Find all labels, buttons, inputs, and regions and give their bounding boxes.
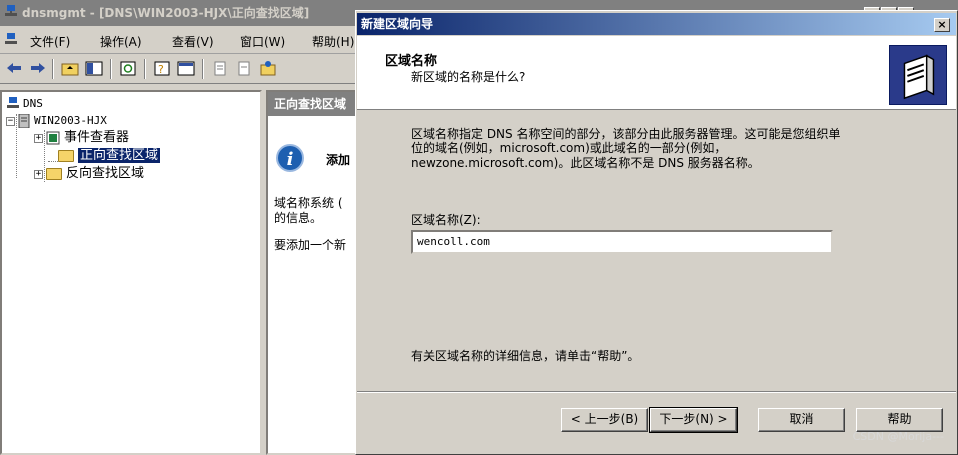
tree-item-server[interactable]: − WIN2003-HJX xyxy=(6,113,107,129)
menu-help[interactable]: 帮助(H) xyxy=(312,33,354,50)
back-button[interactable]: < 上一步(B) xyxy=(561,408,648,432)
toolbar-separator xyxy=(202,59,204,79)
dns-icon xyxy=(7,97,19,108)
tree-item-label: DNS xyxy=(23,97,43,110)
wizard-header: 区域名称 新区域的名称是什么? xyxy=(357,36,956,110)
wizard-titlebar[interactable]: 新建区域向导 × xyxy=(357,13,956,35)
cancel-button[interactable]: 取消 xyxy=(758,408,845,432)
tree-item-event-viewer[interactable]: + 事件查看器 xyxy=(34,130,129,146)
show-hide-tree-icon[interactable] xyxy=(84,59,104,78)
tree-item-dns[interactable]: DNS xyxy=(6,96,43,112)
tree-item-label: 事件查看器 xyxy=(64,130,130,145)
wizard-page-title: 区域名称 xyxy=(385,54,438,69)
expand-icon[interactable]: + xyxy=(34,133,43,143)
tree-item-reverse-lookup-zones[interactable]: + 反向查找区域 xyxy=(34,166,144,182)
collapse-icon[interactable]: − xyxy=(6,116,15,126)
mmc-title: dnsmgmt - [DNS\WIN2003-HJX\正向查找区域] xyxy=(22,6,310,20)
details-text-line: 要添加一个新 xyxy=(274,238,347,252)
back-arrow-icon[interactable] xyxy=(4,59,24,78)
toolbar-separator xyxy=(52,59,54,79)
up-folder-icon[interactable] xyxy=(60,59,80,78)
console-menu-icon[interactable] xyxy=(4,33,18,47)
wizard-footer-divider xyxy=(357,391,956,393)
folder-icon xyxy=(46,168,62,180)
zone-name-input[interactable]: wencoll.com xyxy=(411,230,833,254)
svg-text:?: ? xyxy=(158,63,164,76)
wizard-close-button[interactable]: × xyxy=(934,18,950,32)
help-icon[interactable]: ? xyxy=(152,59,172,78)
refresh-icon[interactable] xyxy=(118,59,138,78)
watermark: CSDN @Morija--- xyxy=(852,430,944,443)
menu-action[interactable]: 操作(A) xyxy=(100,33,142,50)
new-zone-icon[interactable] xyxy=(258,59,278,78)
document-icon[interactable] xyxy=(234,59,254,78)
list-view-icon[interactable] xyxy=(210,59,230,78)
wizard-page-subtitle: 新区域的名称是什么? xyxy=(411,70,526,84)
expand-icon[interactable]: + xyxy=(34,169,43,179)
info-icon: i xyxy=(276,144,304,172)
menu-window[interactable]: 窗口(W) xyxy=(240,33,285,50)
new-zone-wizard-dialog: 新建区域向导 × 区域名称 新区域的名称是什么? 区域名称指定 DNS 名称空间… xyxy=(355,10,958,455)
menu-view[interactable]: 查看(V) xyxy=(172,33,214,50)
details-text-line: 的信息。 xyxy=(274,211,323,225)
next-button[interactable]: 下一步(N) > xyxy=(649,407,738,433)
details-heading: 添加 xyxy=(326,153,351,167)
forward-arrow-icon[interactable] xyxy=(28,59,48,78)
tree-item-label: WIN2003-HJX xyxy=(34,114,107,127)
wizard-description-line: newzone.microsoft.com)。此区域名称不是 DNS 服务器名称… xyxy=(411,156,760,170)
wizard-title: 新建区域向导 xyxy=(361,17,434,31)
server-icon xyxy=(18,113,30,129)
zone-name-label: 区域名称(Z): xyxy=(411,213,481,227)
console-tree: DNS − WIN2003-HJX + 事件查看器 正向查找区域 + 反向查找区域 xyxy=(0,90,262,455)
toolbar-separator xyxy=(110,59,112,79)
tree-item-forward-lookup-zones[interactable]: 正向查找区域 xyxy=(58,148,161,164)
toolbar-separator xyxy=(144,59,146,79)
help-button[interactable]: 帮助 xyxy=(856,408,943,432)
wizard-help-hint: 有关区域名称的详细信息，请单击“帮助”。 xyxy=(411,349,640,363)
menu-file[interactable]: 文件(F) xyxy=(30,33,70,50)
event-viewer-icon xyxy=(46,131,60,145)
dns-app-icon xyxy=(5,5,17,16)
folder-icon xyxy=(58,150,74,162)
tree-line xyxy=(48,161,58,162)
properties-icon[interactable] xyxy=(176,59,196,78)
tree-item-label: 正向查找区域 xyxy=(78,148,161,163)
server-graphic-icon xyxy=(889,45,947,105)
tree-item-label: 反向查找区域 xyxy=(66,166,145,181)
